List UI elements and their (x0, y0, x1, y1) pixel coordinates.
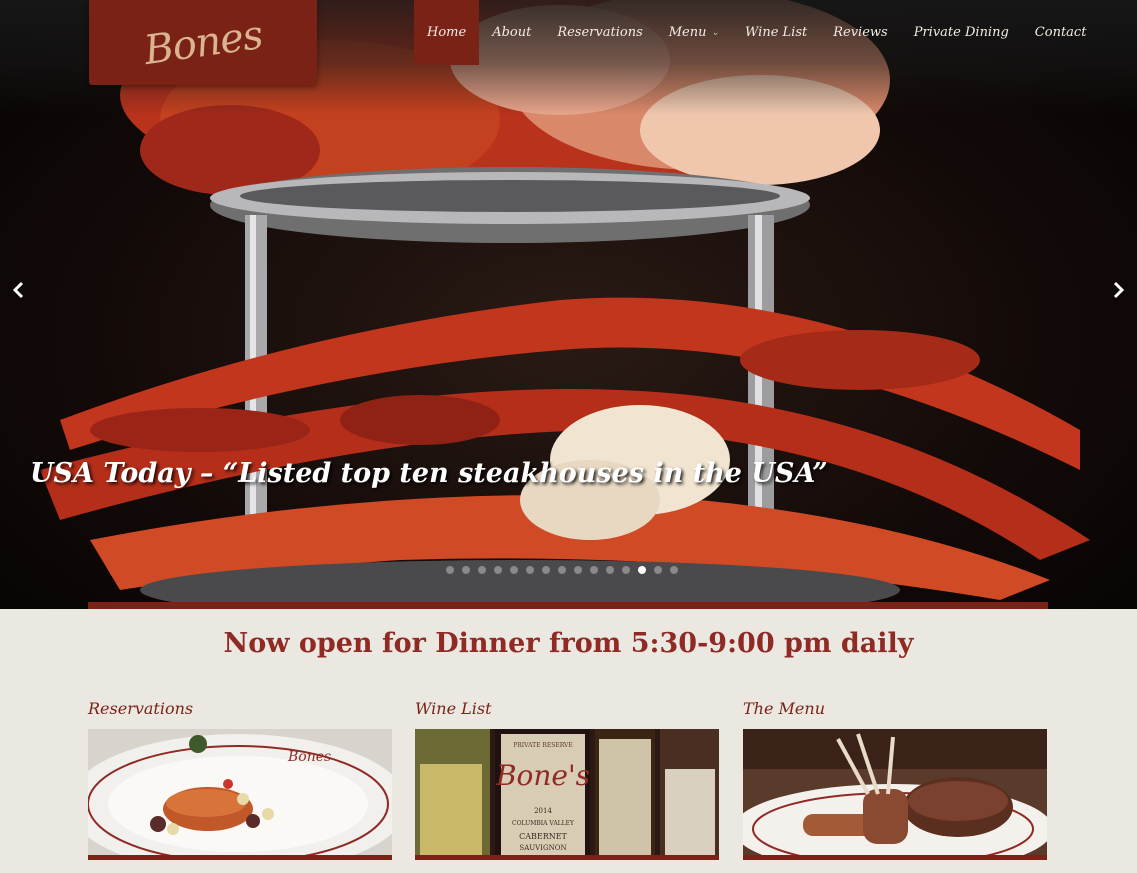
steak-dish-image[interactable] (743, 729, 1047, 860)
nav-item-label: About (492, 25, 532, 40)
slider-dot[interactable] (654, 566, 662, 574)
slider-dot[interactable] (590, 566, 598, 574)
nav-item-label: Contact (1034, 25, 1087, 40)
chevron-right-icon (1113, 281, 1125, 299)
nav-item-about[interactable]: About (479, 0, 544, 65)
nav-item-wine-list[interactable]: Wine List (732, 0, 820, 65)
plate-logo-text: Bones (287, 749, 331, 765)
nav-item-home[interactable]: Home (414, 0, 480, 65)
slider-dot[interactable] (478, 566, 486, 574)
wine-label-brand: Bone's (495, 759, 590, 792)
slider-dot[interactable] (574, 566, 582, 574)
slider-dot[interactable] (638, 566, 646, 574)
nav-item-label: Reservations (557, 25, 643, 40)
card-title[interactable]: The Menu (743, 697, 1047, 729)
nav-item-private-dining[interactable]: Private Dining (901, 0, 1022, 65)
slider-dot[interactable] (510, 566, 518, 574)
wine-bottles-image[interactable]: PRIVATE RESERVE Bone's 2014 COLUMBIA VAL… (415, 729, 719, 860)
nav-item-reviews[interactable]: Reviews (820, 0, 900, 65)
slider-dot[interactable] (526, 566, 534, 574)
wine-label-line2: COLUMBIA VALLEY (512, 820, 575, 827)
slider-dot[interactable] (670, 566, 678, 574)
chevron-down-icon: ⌄ (711, 27, 720, 38)
slider-dot[interactable] (622, 566, 630, 574)
slider-prev-button[interactable] (6, 278, 30, 302)
nav-item-label: Home (427, 25, 467, 40)
main-nav: Home About Reservations Menu ⌄ Wine List … (414, 0, 1099, 65)
nav-item-label: Menu (668, 25, 707, 40)
salmon-dish-image[interactable]: Bones (88, 729, 392, 860)
slide-caption: USA Today – “Listed top ten steakhouses … (30, 458, 828, 489)
logo[interactable]: Bones (89, 0, 317, 85)
slider-next-button[interactable] (1107, 278, 1131, 302)
nav-item-menu[interactable]: Menu ⌄ (656, 0, 732, 65)
slider-dot[interactable] (542, 566, 550, 574)
card-the-menu: The Menu (743, 697, 1047, 860)
hours-headline: Now open for Dinner from 5:30-9:00 pm da… (223, 628, 914, 659)
wine-label-line4: SAUVIGNON (519, 844, 566, 852)
chevron-left-icon (12, 281, 24, 299)
nav-item-label: Wine List (745, 25, 808, 40)
slider-dot[interactable] (494, 566, 502, 574)
card-reservations: Reservations Bones (88, 697, 392, 860)
card-title[interactable]: Wine List (415, 697, 719, 729)
wine-label-year: 2014 (534, 807, 552, 815)
slider-dot[interactable] (462, 566, 470, 574)
nav-item-label: Private Dining (913, 25, 1009, 40)
slider-dot[interactable] (606, 566, 614, 574)
hero-divider-bar (88, 602, 1048, 609)
wine-label-line1: PRIVATE RESERVE (513, 742, 573, 749)
slider-dot[interactable] (446, 566, 454, 574)
nav-item-reservations[interactable]: Reservations (544, 0, 655, 65)
slider-pagination (446, 566, 678, 574)
logo-text: Bones (141, 11, 265, 74)
wine-label-line3: CABERNET (519, 832, 567, 841)
nav-item-contact[interactable]: Contact (1022, 0, 1100, 65)
card-wine-list: Wine List PRIVATE RESERVE Bone's 2014 CO… (415, 697, 719, 860)
hero-slider: Bones Home About Reservations Menu ⌄ Wine… (0, 0, 1137, 609)
card-title[interactable]: Reservations (88, 697, 392, 729)
nav-item-label: Reviews (833, 25, 888, 40)
slider-dot[interactable] (558, 566, 566, 574)
